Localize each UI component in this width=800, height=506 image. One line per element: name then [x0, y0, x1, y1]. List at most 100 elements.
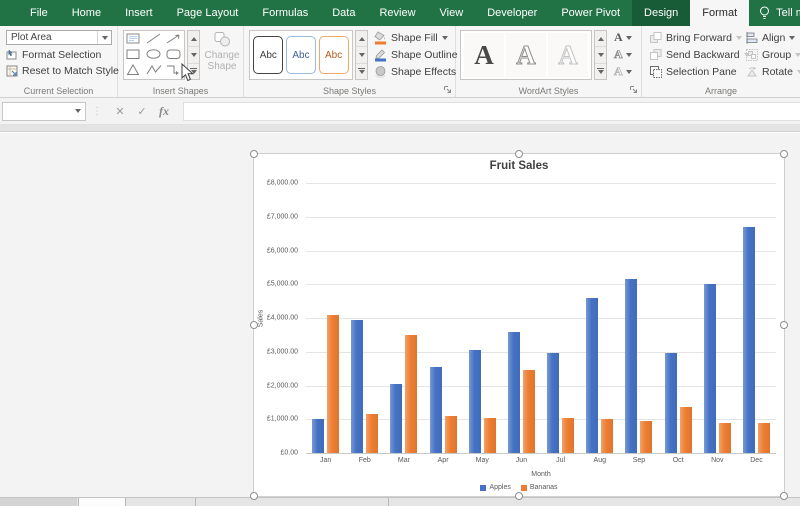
selection-pane-button[interactable]: Selection Pane: [648, 63, 750, 80]
text-outline-button[interactable]: A: [614, 46, 632, 63]
tab-power-pivot[interactable]: Power Pivot: [549, 0, 632, 26]
shape-style-preset-2[interactable]: Abc: [286, 36, 316, 74]
rotate-label: Rotate: [762, 66, 793, 78]
text-fill-button[interactable]: A: [614, 29, 632, 46]
align-icon: [746, 32, 758, 44]
bar-bananas-jun[interactable]: [523, 370, 535, 453]
chart-handle-middle-left[interactable]: [250, 321, 258, 329]
tab-formulas[interactable]: Formulas: [250, 0, 320, 26]
wordart-more-icon[interactable]: [595, 64, 606, 79]
format-selection-button[interactable]: Format Selection: [4, 47, 113, 63]
chart-handle-bottom-right[interactable]: [780, 492, 788, 500]
chart-handle-bottom-left[interactable]: [250, 492, 258, 500]
wordart-preset-2[interactable]: A: [506, 33, 546, 77]
send-backward-button[interactable]: Send Backward: [648, 46, 750, 63]
wordart-preset-3[interactable]: A: [548, 33, 588, 77]
shape-styles-scroll: [355, 30, 368, 80]
bar-apples-feb[interactable]: [351, 320, 363, 453]
shape-fill-button[interactable]: Shape Fill: [372, 29, 468, 46]
rotate-button[interactable]: Rotate: [744, 63, 800, 80]
bring-forward-button[interactable]: Bring Forward: [648, 29, 750, 46]
wordart-preset-1[interactable]: A: [464, 33, 504, 77]
bar-bananas-feb[interactable]: [366, 414, 378, 453]
bar-apples-dec[interactable]: [743, 227, 755, 453]
bar-bananas-apr[interactable]: [445, 416, 457, 453]
bar-bananas-mar[interactable]: [405, 335, 417, 453]
bar-bananas-jul[interactable]: [562, 418, 574, 453]
bar-bananas-jan[interactable]: [327, 315, 339, 453]
chart-handle-top-middle[interactable]: [515, 150, 523, 158]
x-axis-title[interactable]: Month: [306, 471, 776, 478]
styles-scroll-down-icon[interactable]: [356, 47, 367, 63]
chart-element-selector[interactable]: Plot Area: [6, 30, 112, 45]
gallery-scroll-down-icon[interactable]: [188, 47, 199, 63]
bar-bananas-dec[interactable]: [758, 423, 770, 453]
bar-bananas-may[interactable]: [484, 418, 496, 453]
name-box[interactable]: [2, 102, 86, 121]
chart-handle-top-left[interactable]: [250, 150, 258, 158]
chart-handle-bottom-middle[interactable]: [515, 492, 523, 500]
shape-style-preset-1[interactable]: Abc: [253, 36, 283, 74]
bottom-scroll-strip[interactable]: [0, 497, 800, 506]
wordart-scroll-down-icon[interactable]: [595, 47, 606, 63]
chevron-down-icon[interactable]: [97, 31, 111, 44]
tab-file[interactable]: File: [18, 0, 60, 26]
x-tick-label: Oct: [659, 457, 698, 464]
bar-apples-jan[interactable]: [312, 419, 324, 453]
text-effects-button[interactable]: A: [614, 63, 632, 80]
format-selection-label: Format Selection: [22, 49, 101, 61]
bar-apples-may[interactable]: [469, 350, 481, 453]
tab-insert[interactable]: Insert: [113, 0, 165, 26]
tell-me-box[interactable]: Tell me what you want to do: [749, 0, 800, 26]
bar-apples-sep[interactable]: [625, 279, 637, 453]
bar-apples-apr[interactable]: [430, 367, 442, 453]
cancel-button[interactable]: ✕: [109, 105, 131, 118]
tab-review[interactable]: Review: [367, 0, 427, 26]
bar-bananas-oct[interactable]: [680, 407, 692, 453]
shapes-gallery[interactable]: [123, 30, 185, 80]
shape-effects-button[interactable]: Shape Effects: [372, 63, 468, 80]
bar-apples-jul[interactable]: [547, 353, 559, 453]
legend-item-apples[interactable]: Apples: [480, 484, 510, 491]
styles-more-icon[interactable]: [356, 64, 367, 79]
chart-fruit-sales[interactable]: Fruit Sales Sales £0.00£1,000.00£2,000.0…: [253, 153, 785, 497]
bar-apples-jun[interactable]: [508, 332, 520, 454]
styles-scroll-up-icon[interactable]: [356, 31, 367, 47]
change-shape-button[interactable]: Change Shape: [202, 31, 242, 72]
legend-item-bananas[interactable]: Bananas: [521, 484, 558, 491]
shape-outline-button[interactable]: Shape Outline: [372, 46, 468, 63]
bar-apples-aug[interactable]: [586, 298, 598, 453]
tab-page-layout[interactable]: Page Layout: [165, 0, 251, 26]
bar-apples-nov[interactable]: [704, 284, 716, 453]
tab-format[interactable]: Format: [690, 0, 749, 26]
tab-data[interactable]: Data: [320, 0, 367, 26]
group-button[interactable]: Group: [744, 46, 800, 63]
category-jun: [502, 183, 541, 453]
wordart-gallery: A A A: [460, 30, 592, 80]
bar-bananas-nov[interactable]: [719, 423, 731, 453]
plot-area[interactable]: [306, 183, 776, 453]
align-button[interactable]: Align: [744, 29, 800, 46]
bottom-strip-tab[interactable]: [78, 498, 126, 506]
y-tick-label: £3,000.00: [267, 348, 298, 355]
tab-design[interactable]: Design: [632, 0, 690, 26]
bar-bananas-aug[interactable]: [601, 419, 613, 453]
chart-title[interactable]: Fruit Sales: [254, 160, 784, 172]
bar-apples-mar[interactable]: [390, 384, 402, 453]
shape-style-preset-3[interactable]: Abc: [319, 36, 349, 74]
wordart-scroll-up-icon[interactable]: [595, 31, 606, 47]
gallery-scroll-up-icon[interactable]: [188, 31, 199, 47]
name-box-chevron-down-icon[interactable]: [70, 103, 85, 120]
tab-developer[interactable]: Developer: [475, 0, 549, 26]
enter-button[interactable]: ✓: [131, 105, 153, 118]
chart-handle-top-right[interactable]: [780, 150, 788, 158]
tab-home[interactable]: Home: [60, 0, 113, 26]
formula-input[interactable]: [183, 102, 800, 121]
reset-to-match-style-button[interactable]: Reset to Match Style: [4, 63, 113, 79]
chart-handle-middle-right[interactable]: [780, 321, 788, 329]
group-label: Group: [762, 49, 791, 61]
tab-view[interactable]: View: [428, 0, 476, 26]
bar-apples-oct[interactable]: [665, 353, 677, 453]
insert-function-button[interactable]: fx: [153, 104, 175, 119]
bar-bananas-sep[interactable]: [640, 421, 652, 453]
